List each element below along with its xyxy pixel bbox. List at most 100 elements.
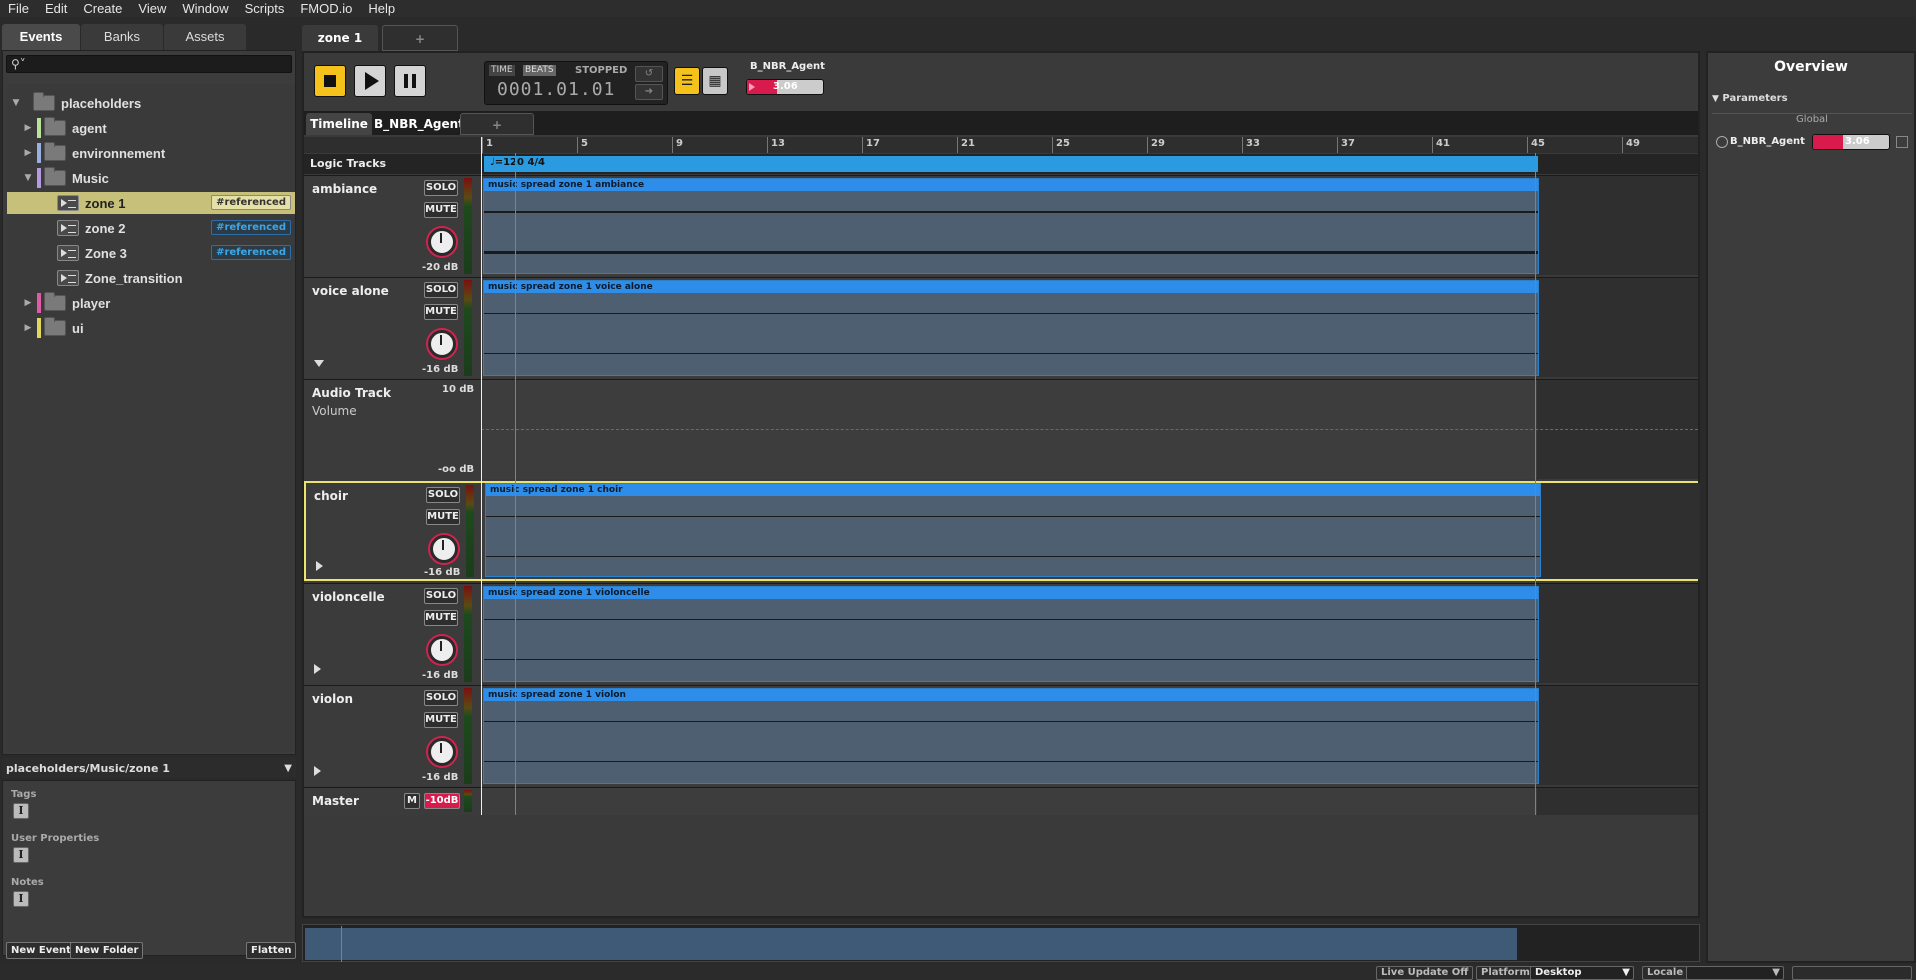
tree-event-zone-transition[interactable]: Zone_transition <box>7 267 295 289</box>
expand-arrow-icon[interactable] <box>316 561 323 571</box>
add-parameter-tab-button[interactable]: + <box>460 113 534 135</box>
stop-button[interactable] <box>314 65 346 97</box>
tree-folder-placeholders[interactable]: ▼ placeholders <box>7 92 295 114</box>
track-lane[interactable]: music spread zone 1 violoncelle <box>481 584 1698 683</box>
mute-button[interactable]: MUTE <box>424 712 458 728</box>
tab-timeline[interactable]: Timeline <box>306 113 372 135</box>
expand-arrow-icon[interactable]: ▶ <box>23 123 33 133</box>
track-lane[interactable]: music spread zone 1 choir <box>483 483 1700 579</box>
menu-scripts[interactable]: Scripts <box>237 0 293 17</box>
volume-knob[interactable] <box>428 228 456 256</box>
loop-start-marker[interactable] <box>515 153 516 815</box>
mute-button[interactable]: MUTE <box>424 202 458 218</box>
beats-mode-toggle[interactable]: BEATS <box>523 65 556 76</box>
audio-region[interactable]: music spread zone 1 violoncelle <box>483 586 1539 682</box>
audio-region[interactable]: music spread zone 1 ambiance <box>483 178 1539 274</box>
tree-folder-player[interactable]: ▶ player <box>7 292 295 314</box>
playback-position[interactable]: 0001.01.01 <box>497 79 615 100</box>
master-volume[interactable]: -10dB <box>424 793 460 809</box>
tab-banks[interactable]: Banks <box>81 24 163 50</box>
parameter-checkbox[interactable] <box>1896 136 1908 148</box>
expand-arrow-icon[interactable]: ▼ <box>23 173 33 183</box>
tab-b-nbr-agent[interactable]: B_NBR_Agent <box>374 113 464 135</box>
solo-button[interactable]: SOLO <box>424 588 458 604</box>
track-lane[interactable]: music spread zone 1 violon <box>481 686 1698 785</box>
tree-folder-music[interactable]: ▼ Music <box>7 167 295 189</box>
volume-knob[interactable] <box>428 330 456 358</box>
volume-knob[interactable] <box>428 738 456 766</box>
solo-button[interactable]: SOLO <box>424 282 458 298</box>
add-tab-button[interactable]: + <box>382 25 458 51</box>
time-mode-toggle[interactable]: TIME <box>489 65 515 76</box>
mute-button[interactable]: MUTE <box>424 610 458 626</box>
timeline-ruler[interactable]: 1 5 9 13 17 21 25 29 33 37 41 45 49 <box>304 137 1698 153</box>
tree-event-zone-3[interactable]: Zone 3 #referenced <box>7 242 295 264</box>
automation-lane[interactable] <box>481 380 1698 479</box>
tree-folder-ui[interactable]: ▶ ui <box>7 317 295 339</box>
menu-view[interactable]: View <box>130 0 174 17</box>
search-box[interactable]: ⚲˅ <box>6 55 292 73</box>
solo-button[interactable]: SOLO <box>424 180 458 196</box>
list-view-icon[interactable]: ☰ <box>674 67 700 95</box>
follow-icon[interactable]: ➜ <box>635 84 663 100</box>
flatten-button[interactable]: Flatten <box>246 942 297 959</box>
new-event-button[interactable]: New Event <box>6 942 76 959</box>
menu-edit[interactable]: Edit <box>37 0 75 17</box>
text-cursor-icon[interactable]: I <box>13 803 29 819</box>
expand-arrow-icon[interactable]: ▼ <box>11 98 21 108</box>
audio-region[interactable]: music spread zone 1 violon <box>483 688 1539 784</box>
global-parameter-slider[interactable]: 3.06 <box>1812 134 1890 150</box>
platform-select[interactable]: Desktop ▼ <box>1530 966 1634 980</box>
overview-scroller[interactable] <box>302 924 1700 962</box>
track-lane[interactable]: music spread zone 1 voice alone <box>481 278 1698 377</box>
master-mute-button[interactable]: M <box>404 793 420 809</box>
expand-arrow-icon[interactable] <box>314 664 321 674</box>
pause-button[interactable] <box>394 65 426 97</box>
audio-region[interactable]: music spread zone 1 voice alone <box>483 280 1539 376</box>
parameters-section[interactable]: ▼ Parameters <box>1712 93 1912 109</box>
search-input[interactable] <box>7 56 291 72</box>
tree-event-zone-2[interactable]: zone 2 #referenced <box>7 217 295 239</box>
expand-arrow-icon[interactable]: ▶ <box>23 148 33 158</box>
audio-region[interactable]: music spread zone 1 choir <box>485 483 1541 577</box>
solo-button[interactable]: SOLO <box>426 487 460 503</box>
menu-file[interactable]: File <box>0 0 37 17</box>
tab-assets[interactable]: Assets <box>164 24 246 50</box>
menu-fmod-io[interactable]: FMOD.io <box>292 0 360 17</box>
collapse-arrow-icon[interactable]: ▼ <box>1712 94 1719 104</box>
menu-create[interactable]: Create <box>75 0 130 17</box>
collapse-arrow-icon[interactable] <box>314 360 324 367</box>
play-button[interactable] <box>354 65 386 97</box>
track-lane[interactable]: music spread zone 1 ambiance <box>481 176 1698 275</box>
volume-knob[interactable] <box>430 535 458 563</box>
mute-button[interactable]: MUTE <box>426 509 460 525</box>
tab-zone-1[interactable]: zone 1 <box>302 25 378 51</box>
tree-event-zone-1[interactable]: zone 1 #referenced <box>7 192 295 214</box>
grid-view-icon[interactable]: ▦ <box>702 67 728 95</box>
tree-folder-agent[interactable]: ▶ agent <box>7 117 295 139</box>
live-update-toggle[interactable]: Live Update Off <box>1376 966 1474 980</box>
mute-button[interactable]: MUTE <box>424 304 458 320</box>
tempo-marker[interactable]: ♩=120 4/4 <box>484 156 1538 172</box>
locale-select[interactable]: ▼ <box>1686 966 1784 980</box>
solo-button[interactable]: SOLO <box>424 690 458 706</box>
expand-arrow-icon[interactable]: ▶ <box>23 323 33 333</box>
menu-help[interactable]: Help <box>360 0 403 17</box>
automation-curve[interactable] <box>481 429 1698 430</box>
loop-end-marker[interactable] <box>1535 153 1536 815</box>
volume-knob[interactable] <box>428 636 456 664</box>
dropdown-arrow-icon[interactable]: ▼ <box>284 763 292 774</box>
overview-viewport[interactable] <box>341 926 342 962</box>
expand-arrow-icon[interactable]: ▶ <box>23 298 33 308</box>
loop-icon[interactable]: ↺ <box>635 66 663 82</box>
tree-folder-environnement[interactable]: ▶ environnement <box>7 142 295 164</box>
expand-arrow-icon[interactable] <box>314 766 321 776</box>
playhead[interactable] <box>481 137 482 815</box>
text-cursor-icon[interactable]: I <box>13 891 29 907</box>
new-folder-button[interactable]: New Folder <box>70 942 144 959</box>
menu-window[interactable]: Window <box>174 0 236 17</box>
text-cursor-icon[interactable]: I <box>13 847 29 863</box>
parameter-slider[interactable]: 3.06 <box>746 79 824 95</box>
tab-events[interactable]: Events <box>2 24 80 50</box>
master-lane[interactable] <box>481 788 1698 815</box>
